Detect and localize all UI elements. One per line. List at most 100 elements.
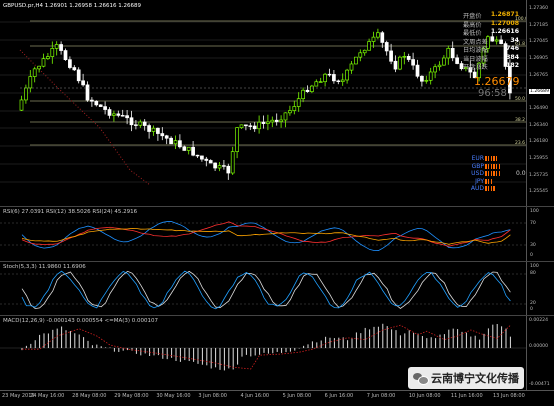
candle-body: [261, 121, 266, 124]
candle-body: [274, 119, 279, 122]
date-label: 24 May 16:00: [30, 393, 65, 399]
candle-body: [455, 57, 459, 64]
axis-tick-label: 1.25955: [529, 156, 548, 161]
info-value: 1.27008: [490, 19, 519, 27]
candle-body: [235, 127, 239, 152]
candle-body: [354, 56, 358, 65]
candle-body: [63, 50, 68, 61]
candle-body: [85, 84, 90, 101]
candle-body: [125, 115, 129, 119]
candle-body: [129, 117, 134, 126]
candle-body: [384, 42, 389, 52]
date-label: 11 Jun 16:00: [450, 393, 483, 399]
candle-body: [437, 64, 442, 68]
candle-body: [37, 65, 41, 70]
axis-tick-label: 0: [530, 307, 533, 312]
candle-body: [446, 47, 451, 59]
date-label: 6 Jun 16:00: [324, 393, 354, 399]
axis-tick-label: 0: [530, 253, 533, 258]
candle-body: [213, 162, 217, 169]
strength-bar: [490, 186, 493, 191]
currency-code: USD: [471, 170, 484, 177]
strength-bar: [493, 171, 495, 176]
candle-body: [371, 36, 376, 42]
date-label: 7 Jun 08:00: [366, 393, 396, 399]
rsi-pane[interactable]: RSI(6) 27.0391 RSI(12) 38.5026 RSI(24) 4…: [0, 207, 526, 261]
axis-tick-label: 1.27360: [529, 6, 548, 11]
candle-body: [76, 69, 81, 82]
candle-body: [138, 121, 143, 126]
strength-bar: [485, 171, 487, 176]
price-axis[interactable]: 1.27360 1.27185 1.27045 1.26905 1.26765 1.266…: [526, 0, 554, 206]
candle-body: [103, 106, 107, 110]
currency-row: EUR: [466, 155, 526, 162]
chart-title: GBPUSD.pr,H4 1.26901 1.26958 1.26616 1.2…: [3, 3, 141, 9]
strength-bar: [485, 156, 487, 161]
axis-tick-label: -0.00471: [529, 382, 550, 387]
candle-body: [186, 146, 191, 151]
candle-body: [305, 89, 310, 92]
strength-bar: [490, 156, 493, 161]
strength-bar: [485, 186, 487, 191]
axis-tick-label: 1.26905: [529, 56, 548, 61]
currency-row: AUD: [466, 185, 526, 192]
candle-body: [46, 56, 50, 60]
strength-bar: [487, 156, 490, 161]
candle-body: [169, 137, 173, 145]
candle-body: [98, 104, 103, 107]
axis-tick-label: 70: [530, 221, 536, 226]
candle-body: [72, 67, 77, 71]
axis-tick-label: 30: [530, 243, 536, 248]
time-axis[interactable]: 23 May 2019 24 May 16:00 28 May 08:00 29 Ma…: [0, 390, 554, 406]
strength-bar: [496, 163, 498, 169]
candle-body: [252, 125, 257, 130]
strength-bar: [490, 171, 493, 176]
info-value: 34: [510, 36, 519, 44]
candlestick-chart[interactable]: 100.061.850.038.223.6: [0, 0, 528, 206]
candle-body: [226, 165, 231, 174]
strength-bar: [487, 178, 490, 184]
info-value: 746: [506, 45, 519, 52]
stoch-title: Stoch(5,3,3) 11.9860 11.6906: [3, 264, 86, 270]
strength-bar: [498, 163, 501, 169]
currency-code: JPY: [475, 177, 484, 185]
candle-body: [217, 165, 222, 169]
candle-body: [376, 32, 380, 38]
price-chart-pane[interactable]: 100.061.850.038.223.6 GBPUSD.pr,H4 1.269…: [0, 0, 528, 206]
currency-row: JPY: [466, 178, 526, 185]
candle-body: [116, 113, 121, 116]
info-value: 1.26871: [490, 11, 519, 18]
candle-body: [32, 68, 37, 77]
candle-body: [204, 158, 209, 161]
candle-body: [358, 52, 363, 58]
rsi-line: [21, 227, 511, 245]
candle-body: [411, 59, 415, 66]
candle-body: [323, 73, 327, 83]
candle-body: [59, 44, 63, 51]
fib-label: 23.6: [515, 140, 525, 146]
rsi-line: [21, 221, 511, 251]
candle-body: [156, 127, 160, 134]
candle-body: [107, 109, 112, 116]
candle-body: [380, 32, 385, 43]
rsi-title: RSI(6) 27.0391 RSI(12) 38.5026 RSI(24) 4…: [3, 209, 138, 215]
candle-body: [345, 69, 349, 81]
watermark: 云南博宁文化传播: [408, 367, 524, 389]
candle-body: [314, 81, 319, 87]
strength-bar: [487, 186, 490, 191]
strength-bar: [487, 163, 490, 169]
stochastic-pane[interactable]: Stoch(5,3,3) 11.9860 11.6906: [0, 262, 526, 315]
candle-body: [19, 99, 24, 111]
candle-body: [230, 151, 235, 174]
candle-body: [182, 146, 187, 151]
candle-body: [420, 75, 424, 82]
candle-body: [424, 79, 429, 82]
candle-body: [393, 60, 398, 70]
candle-body: [310, 85, 314, 92]
candle-body: [442, 57, 446, 66]
candle-body: [178, 140, 182, 148]
currency-row: USD 0.0: [466, 170, 526, 177]
date-label: 29 May 08:00: [114, 393, 149, 399]
strength-bar: [493, 163, 495, 169]
candle-body: [279, 119, 283, 122]
